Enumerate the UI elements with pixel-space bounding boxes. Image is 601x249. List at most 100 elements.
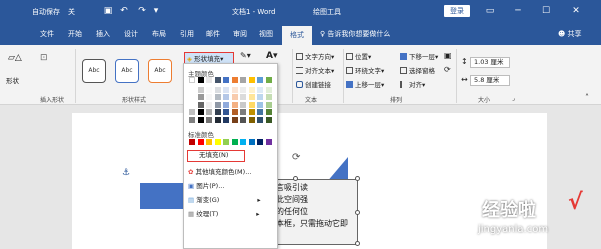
theme-color-swatch[interactable] — [223, 101, 229, 108]
theme-color-swatch[interactable] — [214, 86, 221, 93]
position-button[interactable]: 位置▾ — [346, 51, 371, 61]
tell-me-search[interactable]: ♀ 告诉我你想要做什么 — [320, 29, 390, 39]
theme-color-swatch[interactable] — [206, 86, 212, 93]
create-link-button[interactable]: 创建链接 — [296, 79, 331, 89]
theme-color-swatch[interactable] — [189, 86, 195, 93]
shape-style-2[interactable]: Abc — [115, 59, 139, 83]
standard-color-swatch[interactable] — [240, 139, 246, 145]
resize-handle[interactable] — [355, 210, 360, 215]
shape-style-3[interactable]: Abc — [148, 59, 172, 83]
theme-color-swatch[interactable] — [240, 116, 246, 123]
theme-color-swatch[interactable] — [257, 86, 263, 93]
theme-color-swatch[interactable] — [214, 101, 221, 108]
size-launcher-icon[interactable]: ⌟ — [512, 95, 515, 102]
rectangle-shape[interactable] — [140, 183, 184, 209]
login-button[interactable]: 登录 — [444, 5, 470, 17]
theme-color-swatch[interactable] — [257, 94, 263, 100]
theme-color-swatch[interactable] — [197, 94, 204, 100]
theme-color-swatch[interactable] — [223, 94, 229, 100]
theme-color-swatch[interactable] — [197, 116, 204, 123]
tab-review[interactable]: 审阅 — [233, 29, 247, 39]
theme-color-swatch[interactable] — [240, 94, 246, 100]
theme-color-swatch[interactable] — [197, 86, 204, 93]
standard-color-swatch[interactable] — [223, 139, 229, 145]
theme-color-swatch[interactable] — [257, 109, 263, 115]
tab-references[interactable]: 引用 — [180, 29, 194, 39]
theme-color-swatch[interactable] — [265, 116, 272, 123]
theme-color-swatch[interactable] — [214, 94, 221, 100]
resize-handle[interactable] — [355, 241, 360, 246]
collapse-ribbon-icon[interactable]: ˄ — [585, 93, 589, 102]
more-fill-colors-option[interactable]: ✿ 其他填充颜色(M)... — [188, 166, 251, 176]
shapes-icon[interactable]: ▱△ — [8, 53, 22, 63]
theme-color-swatch[interactable] — [206, 109, 212, 115]
standard-color-swatch[interactable] — [248, 139, 255, 145]
theme-color-swatch[interactable] — [223, 86, 229, 93]
theme-color-swatch[interactable] — [189, 116, 195, 123]
theme-color-swatch[interactable] — [248, 109, 255, 115]
shape-style-1[interactable]: Abc — [82, 59, 106, 83]
standard-color-swatch[interactable] — [206, 139, 212, 145]
theme-color-swatch[interactable] — [189, 101, 195, 108]
theme-color-swatch[interactable] — [231, 86, 238, 93]
theme-color-swatch[interactable] — [265, 77, 272, 83]
standard-color-swatch[interactable] — [189, 139, 195, 145]
theme-color-swatch[interactable] — [248, 77, 255, 83]
standard-color-swatch[interactable] — [214, 139, 221, 145]
tab-format[interactable]: 格式 — [282, 26, 312, 45]
theme-color-swatch[interactable] — [223, 116, 229, 123]
theme-color-swatch[interactable] — [265, 86, 272, 93]
theme-color-swatch[interactable] — [206, 94, 212, 100]
theme-color-swatch[interactable] — [223, 77, 229, 83]
selection-pane-button[interactable]: 选择窗格 — [400, 65, 435, 75]
redo-icon[interactable]: ↷ — [136, 5, 148, 17]
no-fill-option[interactable]: 无填充(N) — [187, 150, 245, 162]
theme-color-swatch[interactable] — [240, 77, 246, 83]
theme-color-swatch[interactable] — [240, 101, 246, 108]
picture-fill-option[interactable]: ▣ 图片(P)... — [188, 180, 224, 190]
theme-color-swatch[interactable] — [189, 77, 195, 83]
theme-color-swatch[interactable] — [257, 77, 263, 83]
share-button[interactable]: ☻ 共享 — [558, 29, 582, 39]
standard-color-swatch[interactable] — [197, 139, 204, 145]
theme-color-swatch[interactable] — [197, 101, 204, 108]
theme-color-swatch[interactable] — [257, 101, 263, 108]
autosave-toggle[interactable]: 关 — [68, 7, 75, 17]
theme-color-swatch[interactable] — [231, 116, 238, 123]
undo-icon[interactable]: ↶ — [118, 5, 130, 17]
text-fill-icon[interactable]: A▾ — [266, 51, 277, 61]
save-icon[interactable]: ▣ — [102, 5, 114, 17]
theme-color-swatch[interactable] — [231, 101, 238, 108]
standard-color-swatch[interactable] — [265, 139, 272, 145]
gradient-fill-option[interactable]: ▤ 渐变(G) ▸ — [188, 194, 261, 204]
theme-color-swatch[interactable] — [231, 94, 238, 100]
resize-handle[interactable] — [293, 176, 298, 181]
theme-color-swatch[interactable] — [248, 86, 255, 93]
align-button[interactable]: 对齐▾ — [400, 79, 425, 89]
theme-color-swatch[interactable] — [257, 116, 263, 123]
theme-color-swatch[interactable] — [248, 101, 255, 108]
standard-color-swatch[interactable] — [257, 139, 263, 145]
theme-color-swatch[interactable] — [189, 94, 195, 100]
theme-color-swatch[interactable] — [206, 101, 212, 108]
standard-color-swatch[interactable] — [231, 139, 238, 145]
resize-handle[interactable] — [355, 176, 360, 181]
group-objects-icon[interactable]: ▣ — [444, 51, 452, 60]
shape-height-input[interactable]: 1.03 厘米 — [470, 57, 510, 68]
tab-layout[interactable]: 布局 — [152, 29, 166, 39]
send-backward-button[interactable]: 下移一层▾ — [400, 51, 438, 61]
theme-color-swatch[interactable] — [206, 77, 212, 83]
texture-fill-option[interactable]: ▦ 纹理(T) ▸ — [188, 208, 260, 218]
theme-color-swatch[interactable] — [265, 109, 272, 115]
tab-design[interactable]: 设计 — [124, 29, 138, 39]
theme-color-swatch[interactable] — [223, 109, 229, 115]
theme-color-swatch[interactable] — [206, 116, 212, 123]
theme-color-swatch[interactable] — [214, 109, 221, 115]
shape-outline-icon[interactable]: ✎▾ — [240, 51, 251, 60]
tab-file[interactable]: 文件 — [40, 29, 54, 39]
theme-color-swatch[interactable] — [265, 101, 272, 108]
close-icon[interactable]: ✕ — [568, 3, 584, 19]
theme-color-swatch[interactable] — [240, 109, 246, 115]
theme-color-swatch[interactable] — [197, 77, 204, 83]
edit-shape-icon[interactable]: ⊡ — [40, 53, 48, 63]
